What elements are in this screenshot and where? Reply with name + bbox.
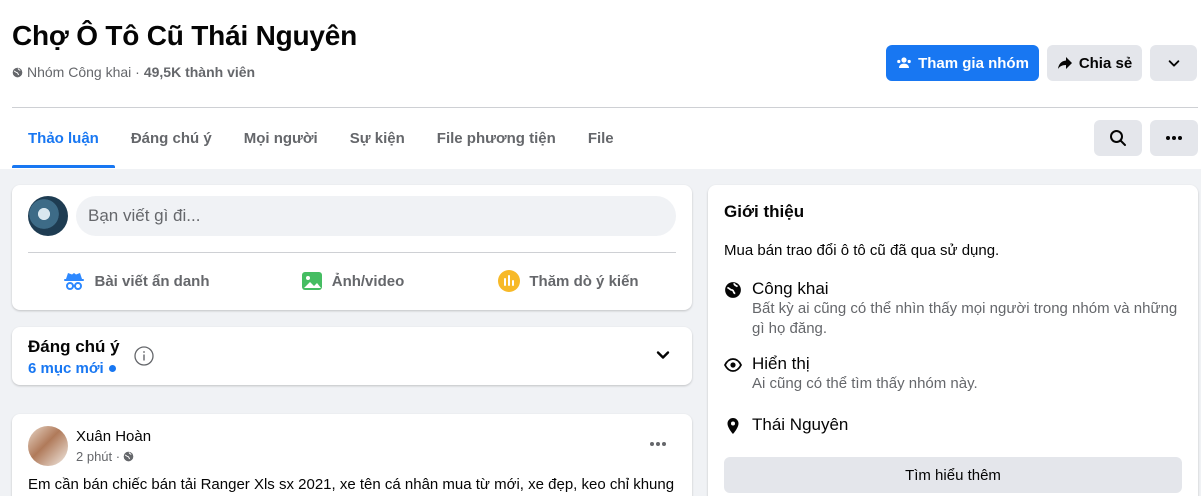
- about-card: Giới thiệu Mua bán trao đổi ô tô cũ đã q…: [708, 185, 1198, 496]
- group-tabs: Thảo luận Đáng chú ý Mọi người Sự kiện F…: [12, 108, 630, 168]
- photo-video-button[interactable]: Ảnh/video: [244, 261, 460, 301]
- featured-new-items: 6 mục mới: [28, 360, 116, 377]
- location-pin-icon: [727, 418, 739, 434]
- eye-icon: [724, 358, 742, 372]
- join-group-button[interactable]: Tham gia nhóm: [886, 45, 1039, 81]
- tab-media[interactable]: File phương tiện: [421, 108, 572, 168]
- poll-button[interactable]: Thăm dò ý kiến: [460, 261, 676, 301]
- globe-icon: [123, 451, 134, 462]
- photo-video-icon: [301, 272, 322, 290]
- member-count: 49,5K thành viên: [143, 64, 256, 80]
- search-icon: [1110, 130, 1126, 146]
- feed-post: Xuân Hoàn 2 phút · Em cần bán chiếc bán …: [12, 414, 692, 496]
- info-icon[interactable]: [134, 346, 154, 366]
- anonymous-post-label: Bài viết ẩn danh: [94, 272, 210, 290]
- join-group-label: Tham gia nhóm: [918, 54, 1029, 72]
- composer-divider: [28, 252, 676, 253]
- group-title: Chợ Ô Tô Cũ Thái Nguyên: [12, 20, 358, 51]
- tab-files[interactable]: File: [572, 108, 630, 168]
- post-time-text[interactable]: 2 phút ·: [76, 449, 120, 464]
- globe-icon: [725, 282, 741, 298]
- chevron-down-icon: [1168, 60, 1179, 67]
- featured-new-count: 6 mục mới: [28, 360, 104, 377]
- ellipsis-icon: [650, 442, 666, 446]
- learn-more-button[interactable]: Tìm hiểu thêm: [724, 457, 1182, 493]
- share-arrow-icon: [1057, 57, 1072, 69]
- chevron-down-icon[interactable]: [655, 347, 671, 363]
- about-public-detail: Bất kỳ ai cũng có thể nhìn thấy mọi ngườ…: [752, 300, 1178, 337]
- poll-label: Thăm dò ý kiến: [529, 272, 639, 290]
- user-avatar[interactable]: [28, 196, 68, 236]
- tab-discussion[interactable]: Thảo luận: [12, 108, 115, 168]
- about-location: Thái Nguyên: [724, 415, 848, 435]
- tab-events[interactable]: Sự kiện: [334, 108, 421, 168]
- post-options-button[interactable]: [646, 434, 670, 454]
- featured-section[interactable]: Đáng chú ý 6 mục mới: [12, 327, 692, 385]
- about-public-title: Công khai: [752, 279, 829, 298]
- tab-people[interactable]: Mọi người: [228, 108, 334, 168]
- group-meta: Nhóm Công khai · 49,5K thành viên: [12, 64, 255, 80]
- composer-input[interactable]: Bạn viết gì đi...: [76, 196, 676, 236]
- tab-featured[interactable]: Đáng chú ý: [115, 108, 228, 168]
- post-author-name[interactable]: Xuân Hoàn: [76, 428, 151, 445]
- about-location-title[interactable]: Thái Nguyên: [752, 415, 848, 435]
- post-author-avatar[interactable]: [28, 426, 68, 466]
- post-body: Em cần bán chiếc bán tải Ranger Xls sx 2…: [28, 476, 675, 493]
- more-options-button[interactable]: [1150, 45, 1197, 81]
- anonymous-icon: [64, 273, 85, 290]
- about-visible-title: Hiển thị: [752, 354, 810, 373]
- about-visible-detail: Ai cũng có thể tìm thấy nhóm này.: [752, 375, 978, 392]
- ellipsis-icon: [1166, 136, 1182, 140]
- post-timestamp: 2 phút ·: [76, 449, 134, 464]
- post-composer: Bạn viết gì đi... Bài viết ẩn danh Ảnh/v…: [12, 185, 692, 310]
- anonymous-post-button[interactable]: Bài viết ẩn danh: [28, 261, 244, 301]
- group-header: Chợ Ô Tô Cũ Thái Nguyên Nhóm Công khai ·…: [0, 0, 1201, 169]
- people-icon: [897, 57, 911, 68]
- featured-title: Đáng chú ý: [28, 337, 120, 356]
- globe-icon: [12, 67, 23, 77]
- search-button[interactable]: [1094, 120, 1142, 156]
- group-privacy: Nhóm Công khai ·: [27, 64, 140, 80]
- composer-actions: Bài viết ẩn danh Ảnh/video Thăm dò ý kiế…: [28, 261, 676, 301]
- share-label: Chia sẻ: [1078, 54, 1133, 72]
- tabs-more-button[interactable]: [1150, 120, 1198, 156]
- about-public: Công khai Bất kỳ ai cũng có thể nhìn thấ…: [724, 279, 1182, 339]
- photo-video-label: Ảnh/video: [331, 272, 405, 290]
- about-title: Giới thiệu: [724, 202, 805, 221]
- share-button[interactable]: Chia sẻ: [1047, 45, 1142, 81]
- unread-dot: [108, 365, 116, 372]
- about-visible: Hiển thị Ai cũng có thể tìm thấy nhóm nà…: [724, 354, 1182, 394]
- poll-icon: [498, 270, 521, 292]
- about-description: Mua bán trao đổi ô tô cũ đã qua sử dụng.: [724, 242, 1000, 259]
